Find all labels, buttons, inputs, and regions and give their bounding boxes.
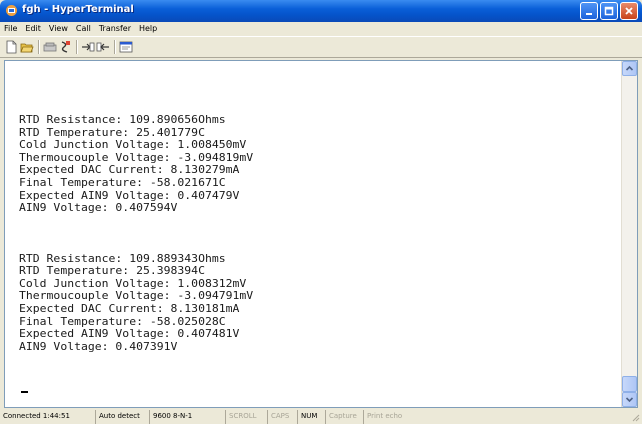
scroll-thumb[interactable]: [622, 376, 637, 392]
status-caps: CAPS: [268, 410, 298, 424]
toolbar-separator: [114, 40, 116, 54]
status-print-echo: Print echo: [367, 412, 403, 420]
menu-transfer[interactable]: Transfer: [99, 22, 131, 36]
status-connected: Connected 1:44:51: [0, 410, 96, 424]
status-settings: 9600 8-N-1: [150, 410, 226, 424]
receive-icon[interactable]: [96, 40, 110, 54]
arrow-up-icon: [625, 65, 634, 71]
terminal-line: AIN9 Voltage: 0.407594V: [19, 201, 178, 215]
menu-file[interactable]: File: [4, 22, 17, 36]
status-detect: Auto detect: [96, 410, 150, 424]
new-icon[interactable]: [4, 40, 18, 54]
terminal-frame: RTD Resistance: 109.890656Ohms RTD Tempe…: [4, 60, 638, 408]
menu-call[interactable]: Call: [76, 22, 91, 36]
hyperterminal-window: fgh - HyperTerminal File Edit View Call …: [0, 0, 642, 424]
send-icon[interactable]: [81, 40, 95, 54]
window-controls: [580, 2, 638, 20]
scroll-down-button[interactable]: [622, 392, 637, 407]
toolbar-separator: [38, 40, 40, 54]
resize-grip-icon[interactable]: [630, 412, 640, 422]
open-icon[interactable]: [20, 40, 34, 54]
menu-edit[interactable]: Edit: [25, 22, 41, 36]
terminal-screen[interactable]: RTD Resistance: 109.890656Ohms RTD Tempe…: [5, 61, 621, 407]
close-icon: [625, 7, 633, 15]
menu-help[interactable]: Help: [139, 22, 157, 36]
status-scroll: SCROLL: [226, 410, 268, 424]
vertical-scrollbar[interactable]: [621, 61, 637, 407]
close-button[interactable]: [620, 2, 638, 20]
status-capture: Capture: [326, 410, 364, 424]
arrow-down-icon: [625, 397, 634, 403]
properties-icon[interactable]: [119, 40, 133, 54]
scroll-up-button[interactable]: [622, 61, 637, 76]
maximize-button[interactable]: [600, 2, 618, 20]
terminal-line: AIN9 Voltage: 0.407391V: [19, 339, 178, 353]
terminal-output: RTD Resistance: 109.890656Ohms RTD Tempe…: [19, 113, 253, 353]
window-title: fgh - HyperTerminal: [22, 4, 134, 15]
connect-icon[interactable]: [43, 40, 57, 54]
title-bar[interactable]: fgh - HyperTerminal: [0, 0, 642, 22]
disconnect-icon[interactable]: [58, 40, 72, 54]
menu-view[interactable]: View: [49, 22, 68, 36]
minimize-button[interactable]: [580, 2, 598, 20]
status-num: NUM: [298, 410, 326, 424]
toolbar: [0, 36, 642, 58]
status-bar: Connected 1:44:51 Auto detect 9600 8-N-1…: [0, 410, 642, 424]
maximize-icon: [604, 6, 614, 16]
toolbar-separator: [76, 40, 78, 54]
menu-bar: File Edit View Call Transfer Help: [0, 22, 642, 36]
minimize-icon: [586, 13, 592, 15]
hyperterminal-icon: [6, 5, 17, 16]
text-cursor: [21, 391, 28, 393]
